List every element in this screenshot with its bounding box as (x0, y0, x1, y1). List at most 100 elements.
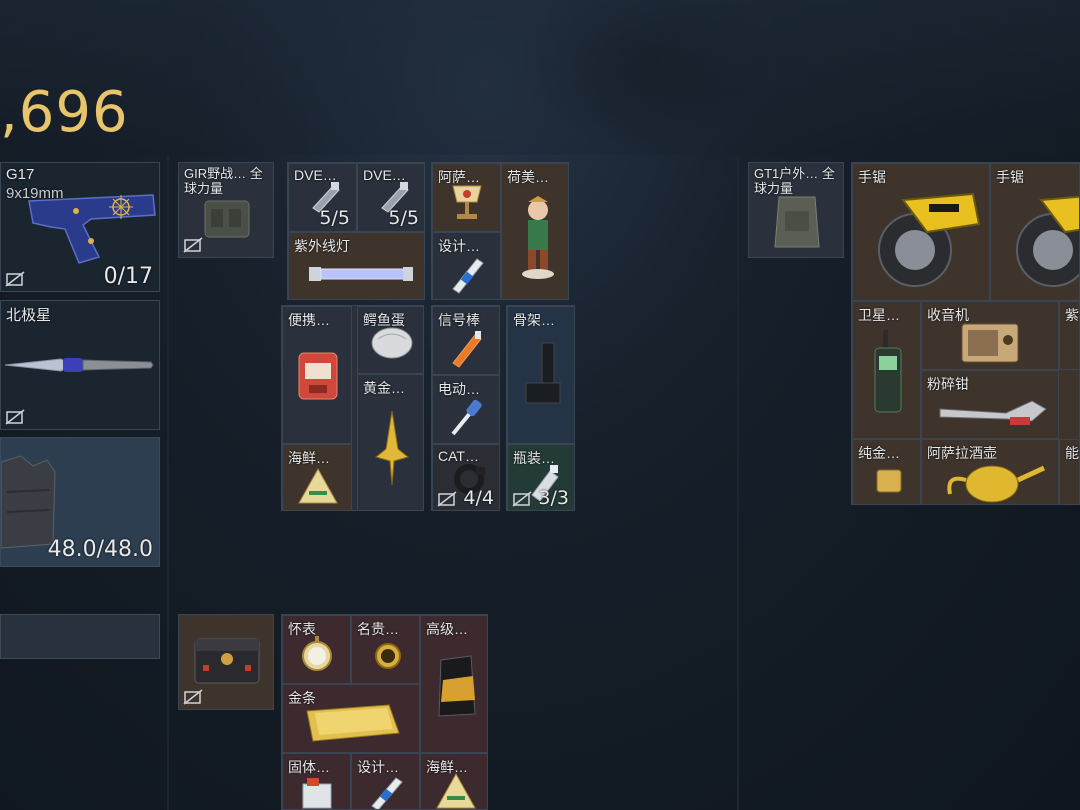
item-pocket-watch[interactable]: 怀表 (282, 615, 351, 684)
item-hand-saw-2[interactable]: 手锯 (990, 163, 1079, 301)
item-hand-saw-1[interactable]: 手锯 (852, 163, 990, 301)
item-bottled[interactable]: 瓶装… 3/3 (507, 444, 574, 510)
money-value: ,696 (0, 80, 129, 145)
item-seafood-2[interactable]: 海鲜… (420, 753, 487, 809)
item-label: 手锯 (996, 169, 1024, 185)
item-label: 名贵… (357, 621, 399, 637)
item-cat-tourniquet[interactable]: CAT… 4/4 (432, 444, 499, 510)
premium-bag-icon (438, 655, 476, 717)
insured-icon (5, 271, 25, 287)
satellite-phone-icon (874, 330, 902, 413)
item-label: 荷美… (507, 169, 549, 185)
rig-icon (204, 200, 250, 238)
item-label: 海鲜… (288, 450, 330, 466)
item-asara-flask[interactable]: 阿萨拉酒壶 (921, 439, 1059, 504)
pliers-icon (939, 400, 1047, 425)
empty-equipment-slot[interactable] (0, 614, 160, 659)
item-label: 信号棒 (438, 312, 480, 328)
item-label: 瓶装… (513, 450, 555, 466)
armor-durability: 48.0/48.0 (47, 537, 153, 562)
circular-saw-icon (878, 192, 981, 287)
insured-icon (183, 237, 203, 253)
item-crusher-pliers[interactable]: 粉碎钳 (921, 370, 1059, 439)
item-label: 黄金… (363, 380, 405, 396)
item-gold-1[interactable]: 黄金… (357, 374, 423, 510)
skeleton-stock-icon (525, 342, 561, 404)
item-label: 粉碎钳 (927, 376, 969, 392)
melee-slot[interactable]: 北极星 (0, 300, 160, 430)
item-purple[interactable]: 紫 (1059, 301, 1079, 370)
chest-rig-slot[interactable]: GIR野战… 全球力量 (178, 162, 274, 258)
rig-label: GIR野战… 全球力量 (184, 166, 263, 196)
item-asara-1[interactable]: 阿萨… (432, 163, 501, 232)
gold-arrow-icon (374, 410, 410, 486)
item-dutch-figurine[interactable]: 荷美… (501, 163, 568, 299)
item-label: 纯金… (858, 445, 900, 461)
pistol-slot[interactable]: G17 9x19mm 0/17 (0, 162, 160, 292)
item-label: 便携… (288, 312, 330, 328)
item-label: 金条 (288, 690, 316, 706)
item-label: 固体… (288, 759, 330, 775)
item-dve-1[interactable]: DVE… 5/5 (288, 163, 357, 232)
pistol-name: G17 (6, 166, 35, 183)
screwdriver-icon (451, 399, 482, 436)
item-label: 能 (1065, 445, 1079, 461)
item-label: 高级… (426, 621, 468, 637)
seafood-can-icon (298, 467, 338, 504)
item-label: 手锯 (858, 169, 886, 185)
rig-container-2: 阿萨… 荷美… 设计… (431, 162, 569, 300)
item-label: 怀表 (288, 621, 316, 637)
item-gold-bar[interactable]: 金条 (282, 684, 420, 753)
armor-slot[interactable]: 48.0/48.0 (0, 437, 160, 567)
divider-left (167, 155, 169, 810)
backpack-icon (774, 196, 820, 248)
insured-icon (512, 491, 532, 507)
item-label: 阿萨拉酒壶 (927, 445, 997, 461)
backpack-slot[interactable]: GT1户外… 全球力量 (748, 162, 844, 258)
item-satellite-phone[interactable]: 卫星… (852, 301, 921, 439)
item-pure-gold[interactable]: 纯金… (852, 439, 921, 504)
item-croc-egg[interactable]: 鳄鱼蛋 (357, 306, 423, 374)
case-slot[interactable] (178, 614, 274, 710)
item-solid[interactable]: 固体… (282, 753, 351, 809)
item-radio[interactable]: 收音机 (921, 301, 1059, 370)
flare-icon (452, 331, 482, 368)
rig-container-4: 信号棒 电动… CAT… 4/4 (431, 305, 500, 511)
rig-container-5: 骨架… 瓶装… 3/3 (506, 305, 575, 511)
item-seafood-1[interactable]: 海鲜… (282, 444, 352, 510)
item-uv-lamp[interactable]: 紫外线灯 (288, 232, 424, 299)
item-label: DVE… (294, 167, 337, 183)
item-design-2[interactable]: 设计… (351, 753, 420, 809)
blueprint-icon (452, 258, 484, 294)
item-flare[interactable]: 信号棒 (432, 306, 499, 375)
item-label: CAT… (438, 448, 479, 464)
item-label: 设计… (357, 759, 399, 775)
item-count: 3/3 (538, 487, 569, 509)
solid-fuel-icon (302, 778, 332, 809)
item-premium[interactable]: 高级… (420, 615, 487, 753)
figurine-icon (522, 196, 554, 279)
item-electric[interactable]: 电动… (432, 375, 499, 444)
case-icon (194, 638, 260, 684)
item-count: 5/5 (388, 207, 419, 229)
uv-lamp-icon (309, 267, 413, 281)
item-label: 卫星… (858, 307, 900, 323)
item-label: 收音机 (927, 307, 969, 323)
item-energy[interactable]: 能 (1059, 439, 1079, 504)
item-dve-2[interactable]: DVE… 5/5 (357, 163, 424, 232)
rig-container-1: DVE… 5/5 DVE… 5/5 紫外线灯 (287, 162, 425, 300)
rig-container-3: 便携… 海鲜… 鳄鱼蛋 黄金… (281, 305, 424, 511)
item-portable[interactable]: 便携… (282, 306, 352, 444)
item-label: 紫 (1065, 307, 1079, 323)
item-design-1[interactable]: 设计… (432, 232, 501, 299)
item-label: 电动… (438, 381, 480, 397)
item-count: 4/4 (463, 487, 494, 509)
item-skeleton[interactable]: 骨架… (507, 306, 574, 444)
item-label: 紫外线灯 (294, 238, 350, 254)
pistol-caliber: 9x19mm (6, 185, 64, 202)
item-precious[interactable]: 名贵… (351, 615, 420, 684)
item-label: 设计… (438, 238, 480, 254)
circular-saw-icon (1016, 195, 1079, 287)
portable-device-icon (298, 352, 338, 400)
melee-name: 北极星 (6, 307, 52, 324)
